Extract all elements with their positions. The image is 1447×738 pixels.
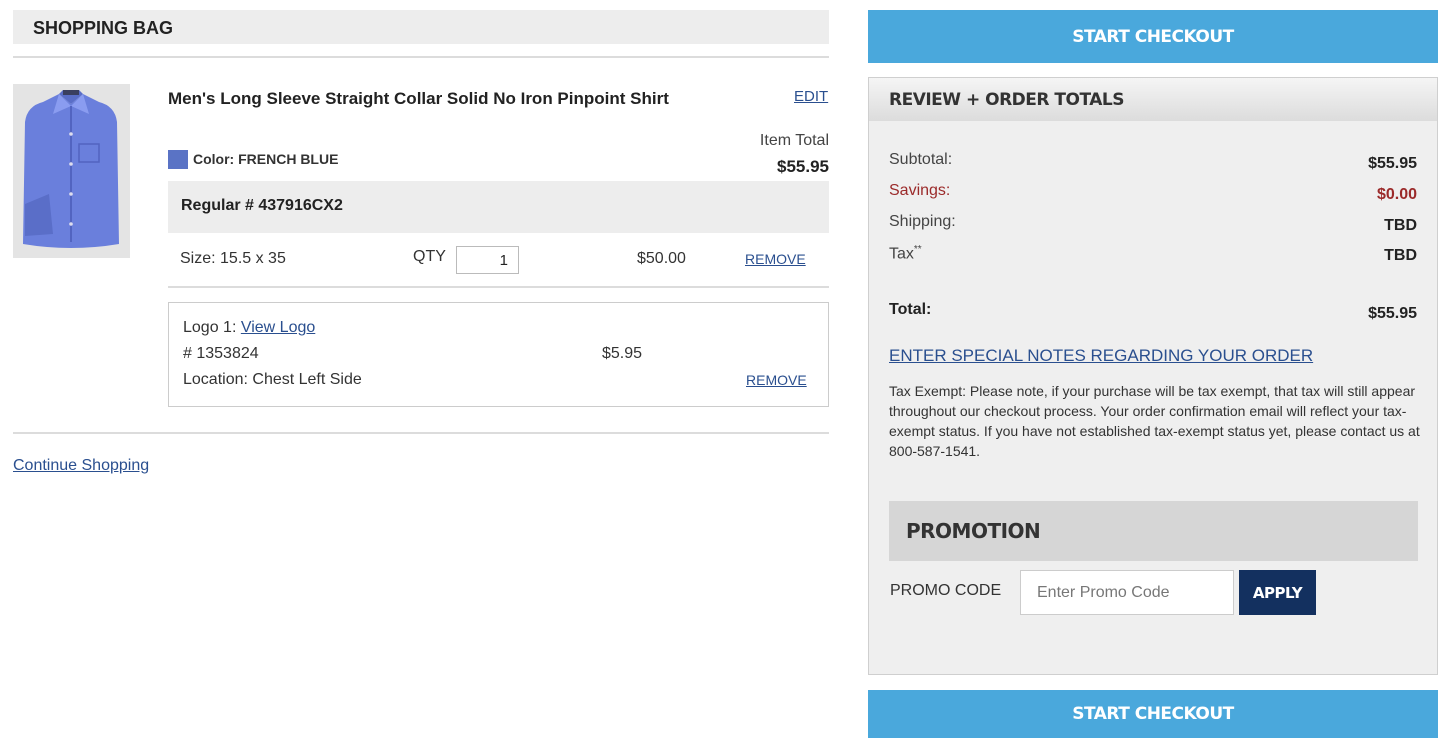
total-value: $55.95: [1368, 305, 1417, 322]
color-label: Color: FRENCH BLUE: [193, 151, 339, 167]
qty-input[interactable]: [456, 246, 519, 274]
shopping-bag-header: SHOPPING BAG: [13, 10, 829, 44]
promo-code-input[interactable]: [1020, 570, 1234, 615]
divider: [13, 56, 829, 58]
item-total-label: Item Total: [759, 132, 829, 149]
view-logo-link[interactable]: View Logo: [241, 319, 315, 336]
divider: [168, 286, 829, 288]
subtotal-label: Subtotal:: [889, 151, 953, 168]
order-totals-panel: REVIEW + ORDER TOTALS Subtotal: $55.95 S…: [868, 77, 1438, 675]
promotion-header: PROMOTION: [889, 501, 1418, 561]
promo-code-label: PROMO CODE: [890, 582, 1002, 599]
regular-item-number: Regular # 437916CX2: [181, 197, 343, 214]
promotion-title: PROMOTION: [906, 519, 1041, 543]
divider: [13, 432, 829, 434]
savings-label: Savings:: [889, 182, 951, 199]
logo-number: # 1353824: [183, 345, 259, 362]
tax-label-row: Tax**: [889, 244, 922, 263]
remove-item-link[interactable]: REMOVE: [745, 251, 806, 267]
continue-shopping-link[interactable]: Continue Shopping: [13, 457, 149, 475]
logo-location: Location: Chest Left Side: [183, 371, 362, 388]
size-label: Size: 15.5 x 35: [180, 250, 286, 267]
logo-box: Logo 1: View Logo # 1353824 Location: Ch…: [168, 302, 829, 407]
qty-label: QTY: [413, 248, 446, 265]
tax-value: TBD: [1384, 247, 1417, 264]
shipping-value: TBD: [1384, 217, 1417, 234]
shirt-icon: [13, 84, 130, 258]
product-name[interactable]: Men's Long Sleeve Straight Collar Solid …: [168, 86, 688, 112]
apply-button[interactable]: APPLY: [1239, 570, 1316, 615]
product-image[interactable]: [13, 84, 130, 258]
regular-item-bar: Regular # 437916CX2: [168, 181, 829, 233]
tax-footnote-mark: **: [913, 244, 922, 255]
logo-label: Logo 1:: [183, 319, 237, 336]
color-swatch: [168, 150, 188, 169]
shipping-label: Shipping:: [889, 213, 956, 230]
logo-price: $5.95: [602, 345, 643, 362]
shopping-bag-title: SHOPPING BAG: [33, 18, 174, 38]
edit-link[interactable]: EDIT: [794, 88, 828, 105]
line-price: $50.00: [637, 250, 686, 267]
order-totals-header: REVIEW + ORDER TOTALS: [869, 78, 1437, 121]
total-label: Total:: [889, 301, 932, 318]
logo-label-row: Logo 1: View Logo: [183, 319, 315, 337]
tax-label: Tax: [889, 245, 914, 263]
order-totals-title: REVIEW + ORDER TOTALS: [889, 90, 1124, 110]
special-notes-link[interactable]: ENTER SPECIAL NOTES REGARDING YOUR ORDER: [889, 346, 1313, 366]
subtotal-value: $55.95: [1368, 155, 1417, 172]
savings-value: $0.00: [1376, 186, 1417, 203]
remove-logo-link[interactable]: REMOVE: [746, 372, 807, 388]
item-total-value: $55.95: [777, 157, 829, 176]
start-checkout-button-top[interactable]: START CHECKOUT: [868, 10, 1438, 63]
start-checkout-button-bottom[interactable]: START CHECKOUT: [868, 690, 1438, 738]
tax-exempt-note: Tax Exempt: Please note, if your purchas…: [889, 383, 1420, 459]
